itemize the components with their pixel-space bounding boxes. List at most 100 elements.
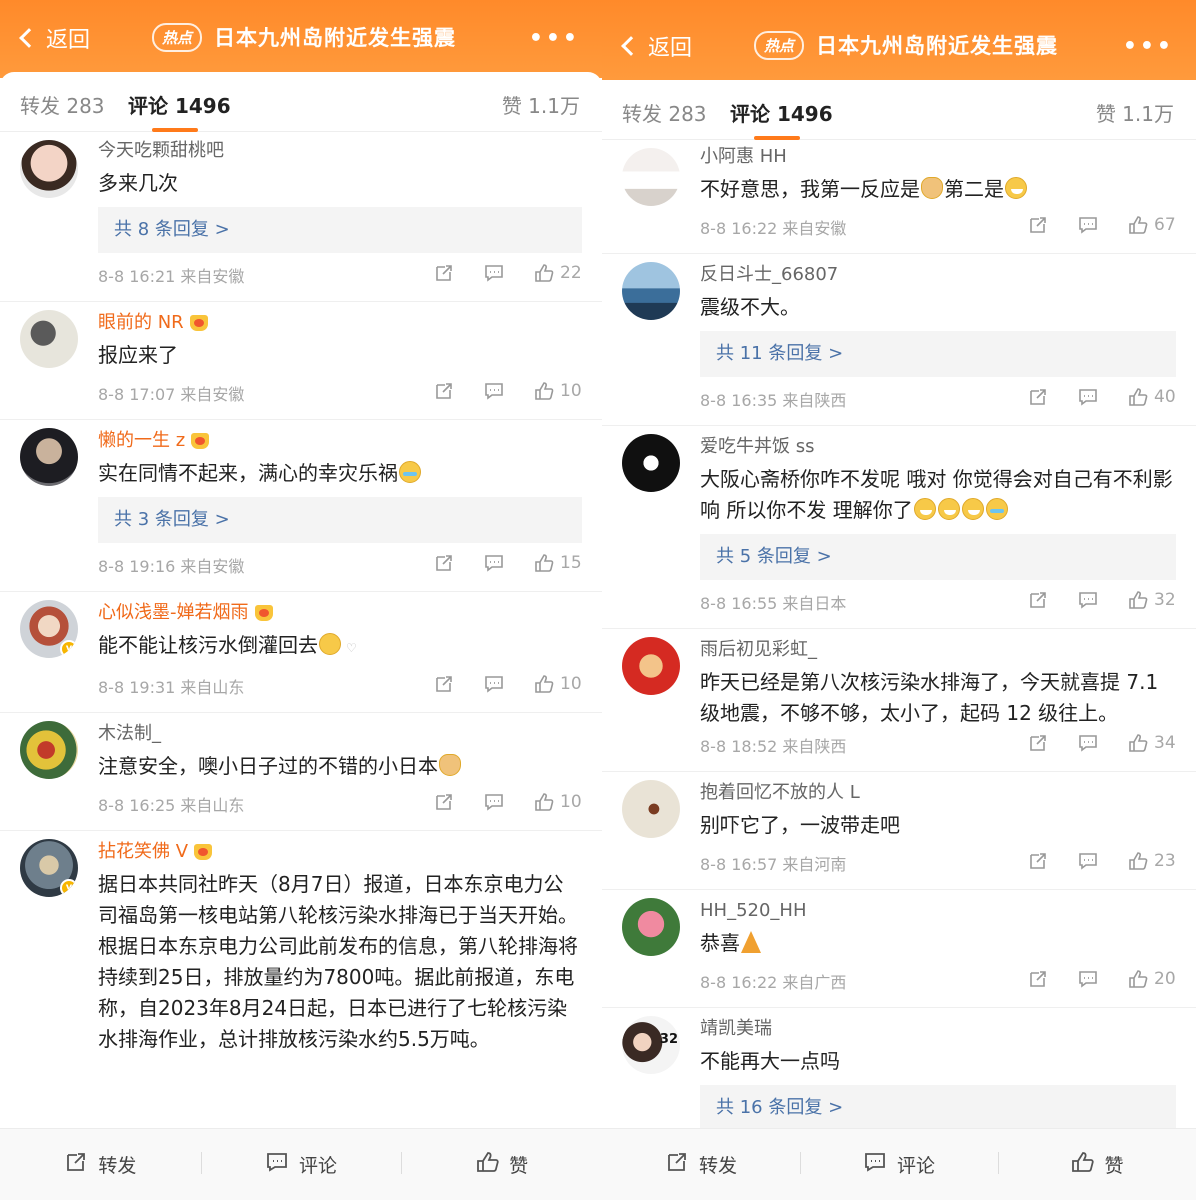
username[interactable]: 木法制_: [98, 721, 582, 747]
username[interactable]: 懒的一生 z: [98, 428, 582, 454]
like-button[interactable]: 15: [534, 553, 582, 573]
view-replies-link[interactable]: 共 3 条回复 >: [98, 497, 582, 543]
comment-text-continued: 第二是: [944, 177, 1004, 201]
share-button[interactable]: [1028, 590, 1048, 610]
username[interactable]: 靖凯美瑞: [700, 1016, 1176, 1042]
avatar[interactable]: [622, 637, 680, 695]
comment-icon: [1078, 590, 1098, 610]
comment-button[interactable]: 评论: [800, 1150, 998, 1179]
reply-button[interactable]: [484, 381, 504, 401]
comment-time-location: 8-8 16:21 来自安徽: [98, 267, 245, 286]
comment-list[interactable]: 小阿惠 HH 不好意思，我第一反应是 第二是 8-8 16:22 来自安徽 67 …: [602, 140, 1196, 1128]
username[interactable]: 拈花笑佛 V: [98, 839, 582, 865]
avatar[interactable]: [20, 140, 78, 198]
share-button[interactable]: [434, 674, 454, 694]
share-button[interactable]: [1028, 215, 1048, 235]
like-button[interactable]: 10: [534, 674, 582, 694]
like-post-button[interactable]: 赞: [998, 1150, 1196, 1179]
avatar[interactable]: [622, 434, 680, 492]
like-button[interactable]: 10: [534, 792, 582, 812]
tab-comments[interactable]: 评论 1496: [128, 90, 231, 132]
comment-icon: [484, 553, 504, 573]
reply-button[interactable]: [484, 263, 504, 283]
like-button[interactable]: 32: [1128, 590, 1176, 610]
like-button[interactable]: 67: [1128, 215, 1176, 235]
share-button[interactable]: [1028, 969, 1048, 989]
view-replies-link[interactable]: 共 8 条回复 >: [98, 207, 582, 253]
share-button[interactable]: [1028, 387, 1048, 407]
username[interactable]: HH_520_HH: [700, 898, 1176, 924]
username[interactable]: 爱吃牛丼饭 ss: [700, 434, 1176, 460]
view-replies-link[interactable]: 共 11 条回复 >: [700, 331, 1176, 377]
repost-button[interactable]: 转发: [602, 1150, 800, 1179]
share-button[interactable]: [434, 553, 454, 573]
like-button[interactable]: 10: [534, 381, 582, 401]
back-button[interactable]: 返回: [618, 30, 692, 62]
comment-text: 大阪心斋桥你咋不发呢 哦对 你觉得会对自己有不利影响 所以你不发 理解你了: [700, 467, 1173, 522]
tab-likes[interactable]: 赞 1.1万: [1096, 98, 1174, 127]
reply-button[interactable]: [1078, 733, 1098, 753]
reply-button[interactable]: [484, 674, 504, 694]
tab-likes[interactable]: 赞 1.1万: [502, 90, 580, 119]
tab-repost[interactable]: 转发 283: [20, 90, 105, 119]
share-icon: [434, 553, 454, 573]
view-replies-link[interactable]: 共 16 条回复 >: [700, 1085, 1176, 1128]
reply-button[interactable]: [1078, 215, 1098, 235]
username[interactable]: 反日斗士_66807: [700, 262, 1176, 288]
reply-button[interactable]: [1078, 590, 1098, 610]
comment-meta: 8-8 19:31 来自山东 10: [98, 674, 582, 700]
username[interactable]: 心似浅墨-婵若烟雨: [98, 600, 582, 626]
repost-button[interactable]: 转发: [0, 1150, 201, 1179]
username[interactable]: 眼前的 NR: [98, 310, 582, 336]
share-button[interactable]: [1028, 733, 1048, 753]
comment-list[interactable]: 今天吃颗甜桃吧 多来几次 共 8 条回复 > 8-8 16:21 来自安徽 22…: [0, 132, 602, 1128]
like-button[interactable]: 40: [1128, 387, 1176, 407]
username[interactable]: 今天吃颗甜桃吧: [98, 138, 582, 164]
avatar[interactable]: [622, 148, 680, 206]
comment-time-location: 8-8 16:55 来自日本: [700, 594, 847, 613]
username[interactable]: 雨后初见彩虹_: [700, 637, 1176, 663]
avatar[interactable]: [20, 310, 78, 368]
view-replies-link[interactable]: 共 5 条回复 >: [700, 534, 1176, 580]
share-button[interactable]: [434, 263, 454, 283]
like-button[interactable]: 34: [1128, 733, 1176, 753]
share-button[interactable]: [434, 792, 454, 812]
avatar[interactable]: [622, 262, 680, 320]
tab-repost[interactable]: 转发 283: [622, 98, 707, 127]
doge-emoji-icon: [439, 754, 461, 776]
more-options-button[interactable]: •••: [1123, 34, 1174, 59]
comment-time-location: 8-8 16:35 来自陕西: [700, 391, 847, 410]
tab-comments[interactable]: 评论 1496: [730, 98, 833, 140]
avatar[interactable]: [20, 428, 78, 486]
comment-item: 今天吃颗甜桃吧 多来几次 共 8 条回复 > 8-8 16:21 来自安徽 22: [0, 132, 602, 302]
comment-button[interactable]: 评论: [200, 1150, 402, 1179]
avatar[interactable]: [622, 780, 680, 838]
like-button[interactable]: 20: [1128, 969, 1176, 989]
reply-button[interactable]: [484, 553, 504, 573]
username[interactable]: 小阿惠 HH: [700, 144, 1176, 170]
back-button[interactable]: 返回: [16, 22, 90, 54]
like-button[interactable]: 22: [534, 263, 582, 283]
comment-label: 评论: [299, 1155, 338, 1177]
reply-button[interactable]: [484, 792, 504, 812]
like-post-button[interactable]: 赞: [401, 1150, 602, 1179]
avatar[interactable]: [622, 898, 680, 956]
vip-crown-icon: [191, 433, 210, 449]
reply-button[interactable]: [1078, 387, 1098, 407]
username[interactable]: 抱着回忆不放的人 L: [700, 780, 1176, 806]
reply-button[interactable]: [1078, 969, 1098, 989]
avatar[interactable]: 32: [622, 1016, 680, 1074]
like-button[interactable]: 23: [1128, 851, 1176, 871]
comment-icon: [484, 792, 504, 812]
like-count: 22: [560, 263, 582, 283]
avatar[interactable]: v: [20, 839, 78, 897]
reply-button[interactable]: [1078, 851, 1098, 871]
comment-time-location: 8-8 16:22 来自安徽: [700, 219, 847, 238]
avatar[interactable]: v: [20, 600, 78, 658]
share-button[interactable]: [1028, 851, 1048, 871]
share-button[interactable]: [434, 381, 454, 401]
comment-time-location: 8-8 16:57 来自河南: [700, 855, 847, 874]
like-count: 10: [560, 381, 582, 401]
avatar[interactable]: [20, 721, 78, 779]
more-options-button[interactable]: •••: [529, 26, 580, 51]
